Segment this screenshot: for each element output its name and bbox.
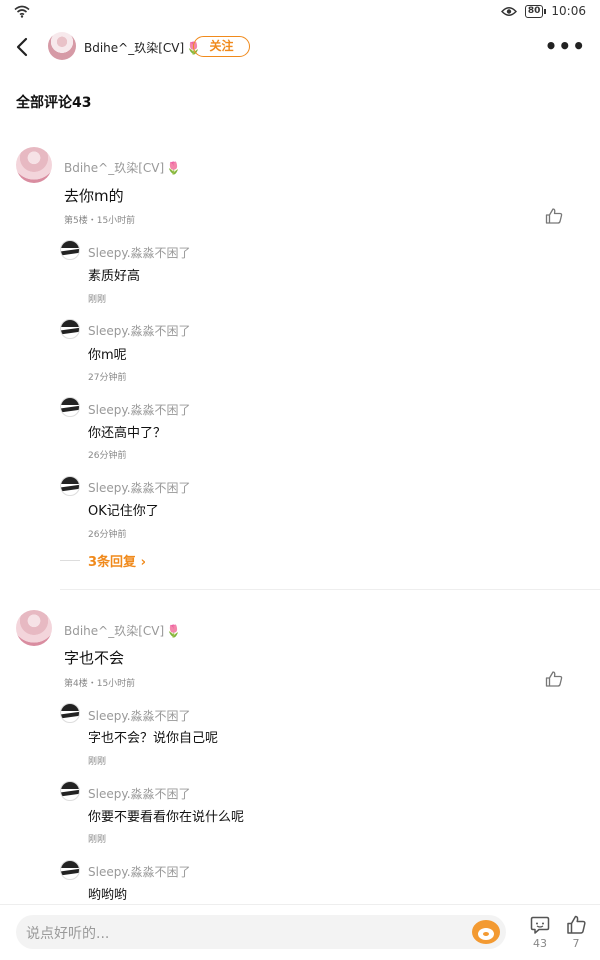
comment-author[interactable]: Bdihe^_玖染[CV] 🌷: [64, 622, 181, 639]
avatar[interactable]: [60, 319, 80, 339]
reply-author[interactable]: Sleepy.淼淼不困了: [88, 707, 191, 724]
eye-icon: [500, 6, 517, 16]
battery-icon: 80: [524, 4, 546, 18]
comment-input[interactable]: 说点好听的...: [16, 915, 506, 949]
back-arrow-icon[interactable]: [12, 36, 34, 58]
more-replies-label: 3条回复: [88, 555, 137, 570]
comment-count: 43: [533, 937, 547, 950]
wifi-icon: [14, 5, 30, 18]
comment-meta: 第4楼・15小时前: [64, 679, 136, 689]
comment-text: 去你m的: [64, 187, 124, 205]
avatar[interactable]: [60, 397, 80, 417]
reply-time: 刚刚: [88, 295, 107, 305]
reply-author[interactable]: Sleepy.淼淼不困了: [88, 785, 191, 802]
reply-text: 你还高中了？: [88, 426, 167, 441]
tulip-icon: 🌷: [166, 161, 182, 175]
nav-bar: Bdihe^_玖染[CV] 🌷 关注 •••: [0, 30, 600, 64]
thumbs-up-icon[interactable]: [566, 915, 586, 935]
avatar[interactable]: [48, 32, 76, 60]
chevron-right-icon: ›: [140, 555, 146, 570]
comment-text: 字也不会: [64, 649, 125, 667]
tulip-icon: 🌷: [166, 624, 182, 638]
clock: 10:06: [551, 4, 586, 18]
reply-time: 刚刚: [88, 757, 107, 767]
avatar[interactable]: [60, 781, 80, 801]
nav-user-name-text: Bdihe^_玖染[CV]: [84, 41, 185, 55]
more-replies-link[interactable]: 3条回复 ›: [88, 551, 146, 570]
comment-author-text: Bdihe^_玖染[CV]: [64, 624, 165, 638]
avatar[interactable]: [16, 610, 52, 646]
reply-time: 26分钟前: [88, 530, 127, 540]
avatar[interactable]: [60, 240, 80, 260]
comment-author-text: Bdihe^_玖染[CV]: [64, 161, 165, 175]
avatar[interactable]: [60, 703, 80, 723]
reply-author[interactable]: Sleepy.淼淼不困了: [88, 863, 191, 880]
bottom-bar: 说点好听的... 43 7: [0, 904, 600, 960]
reply-text: 哟哟哟: [88, 888, 128, 903]
like-count: 7: [572, 937, 580, 950]
comment-bubble-icon[interactable]: [530, 915, 550, 935]
thumbs-up-icon[interactable]: [545, 208, 563, 224]
reply-text: 你m呢: [88, 348, 127, 363]
avatar[interactable]: [60, 476, 80, 496]
avatar[interactable]: [16, 147, 52, 183]
reply-author[interactable]: Sleepy.淼淼不困了: [88, 322, 191, 339]
more-dots-icon[interactable]: •••: [545, 36, 586, 56]
reply-text: 你要不要看看你在说什么呢: [88, 810, 245, 825]
section-title: 全部评论43: [16, 95, 92, 111]
divider: [60, 560, 80, 561]
avatar[interactable]: [60, 860, 80, 880]
comment-meta: 第5楼・15小时前: [64, 216, 136, 226]
reply-author[interactable]: Sleepy.淼淼不困了: [88, 244, 191, 261]
reply-time: 27分钟前: [88, 373, 127, 383]
reply-text: OK记住你了: [88, 504, 159, 519]
reply-author[interactable]: Sleepy.淼淼不困了: [88, 401, 191, 418]
follow-button[interactable]: 关注: [193, 36, 250, 57]
comment-input-placeholder: 说点好听的...: [26, 926, 110, 942]
reply-text: 字也不会？说你自己呢: [88, 731, 219, 746]
nav-user-name[interactable]: Bdihe^_玖染[CV] 🌷: [84, 39, 201, 56]
thumbs-up-icon[interactable]: [545, 671, 563, 687]
comment-author[interactable]: Bdihe^_玖染[CV] 🌷: [64, 159, 181, 176]
divider: [60, 589, 600, 590]
reply-author[interactable]: Sleepy.淼淼不困了: [88, 479, 191, 496]
status-bar: 80 10:06: [0, 0, 600, 26]
mascot-icon[interactable]: [472, 920, 500, 944]
reply-text: 素质好高: [88, 269, 141, 284]
reply-time: 26分钟前: [88, 451, 127, 461]
reply-time: 刚刚: [88, 835, 107, 845]
